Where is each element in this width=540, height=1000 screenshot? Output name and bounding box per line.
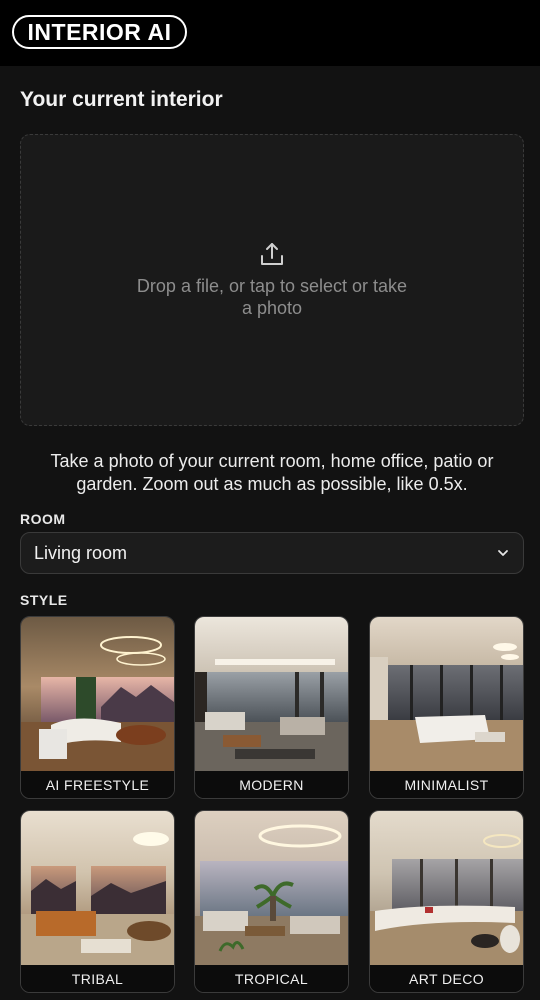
style-card-art-deco[interactable]: ART DECO — [369, 810, 524, 993]
style-card-label: TROPICAL — [195, 965, 348, 992]
upload-dropzone[interactable]: Drop a file, or tap to select or take a … — [20, 134, 524, 426]
room-select[interactable]: Living room — [20, 532, 524, 574]
room-image — [21, 617, 174, 772]
style-card-ai-freestyle[interactable]: AI FREESTYLE — [20, 616, 175, 799]
room-image — [195, 811, 348, 966]
style-card-minimalist[interactable]: MINIMALIST — [369, 616, 524, 799]
room-select-value: Living room — [34, 542, 128, 563]
style-card-tropical[interactable]: TROPICAL — [194, 810, 349, 993]
room-label: ROOM — [20, 511, 66, 527]
style-card-modern[interactable]: MODERN — [194, 616, 349, 799]
room-image — [195, 617, 348, 772]
style-card-label: MODERN — [195, 771, 348, 798]
top-bar: INTERIOR AI — [0, 0, 540, 66]
dropzone-text: Drop a file, or tap to select or take a … — [136, 276, 408, 318]
style-card-label: AI FREESTYLE — [21, 771, 174, 798]
room-image — [21, 811, 174, 966]
style-card-label: ART DECO — [370, 965, 523, 992]
upload-hint: Take a photo of your current room, home … — [50, 451, 494, 494]
style-label: STYLE — [20, 592, 68, 608]
style-card-tribal[interactable]: TRIBAL — [20, 810, 175, 993]
style-card-label: TRIBAL — [21, 965, 174, 992]
chevron-down-icon — [498, 550, 508, 556]
style-card-label: MINIMALIST — [370, 771, 523, 798]
app-logo[interactable]: INTERIOR AI — [12, 15, 187, 49]
upload-icon — [261, 243, 283, 265]
room-image — [370, 811, 523, 966]
page-title: Your current interior — [20, 88, 223, 111]
room-image — [370, 617, 523, 772]
